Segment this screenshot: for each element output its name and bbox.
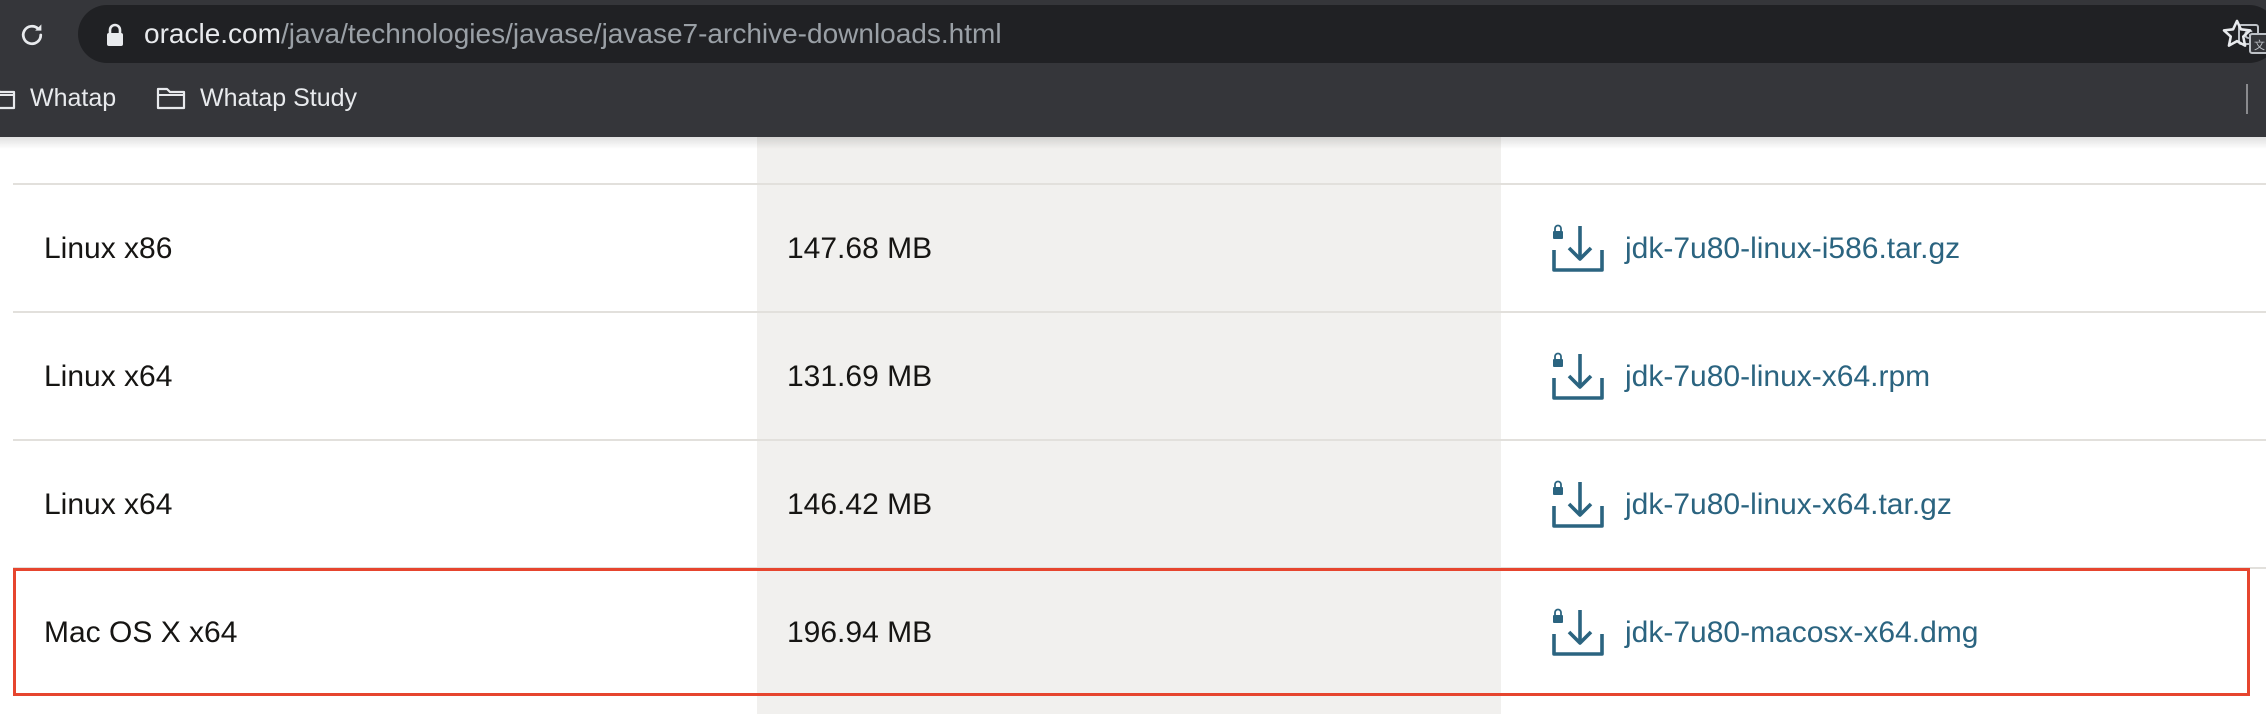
svg-text:文: 文 [2254,38,2265,52]
download-link[interactable]: jdk-7u80-linux-i586.tar.gz [1551,185,1960,313]
bookmark-label: Whatap [30,83,117,112]
url-host: oracle.com [144,18,281,49]
table-row: Linux x86 147.68 MB jdk-7u80-linux-i586.… [13,185,2266,313]
bookmarks-separator [2246,84,2248,114]
download-link[interactable]: jdk-7u80-linux-x64.tar.gz [1551,441,1952,569]
reload-button[interactable] [12,15,52,55]
page-content: Linux x86 147.68 MB jdk-7u80-linux-i586.… [0,137,2266,714]
size-cell: 147.68 MB [787,232,933,265]
browser-toolbar: oracle.com/java/technologies/javase/java… [0,0,2266,70]
folder-icon [156,87,186,110]
os-cell: Linux x86 [44,232,173,265]
star-icon[interactable] [2220,17,2254,51]
bookmark-whatap[interactable]: Whatap [0,70,116,126]
reload-icon [21,24,43,46]
download-lock-icon [1552,608,1604,656]
bookmark-label: Whatap Study [200,83,358,112]
download-filename: jdk-7u80-linux-i586.tar.gz [1625,232,1961,265]
download-filename: jdk-7u80-linux-x64.tar.gz [1625,488,1952,521]
url-text[interactable]: oracle.com/java/technologies/javase/java… [144,5,1002,63]
table-row: Linux x64 146.42 MB jdk-7u80-linux-x64.t… [13,441,2266,569]
download-lock-icon [1552,224,1604,272]
address-bar[interactable]: oracle.com/java/technologies/javase/java… [78,5,2266,63]
os-cell: Linux x64 [44,488,173,521]
folder-icon [0,90,16,110]
browser-chrome: oracle.com/java/technologies/javase/java… [0,0,2266,137]
download-lock-icon [1552,480,1604,528]
bookmarks-bar: Whatap Whatap Study [0,70,2266,137]
bookmark-whatap-study[interactable]: Whatap Study [156,70,357,126]
size-cell: 131.69 MB [787,360,933,393]
table-row-highlighted: Mac OS X x64 196.94 MB jdk-7u80-macosx-x… [13,569,2266,697]
lock-icon [107,23,123,46]
table-row: Linux x64 131.69 MB jdk-7u80-linux-x64.r… [13,313,2266,441]
download-link[interactable]: jdk-7u80-macosx-x64.dmg [1551,569,1978,697]
url-path: /java/technologies/javase/javase7-archiv… [280,18,1002,49]
os-cell: Mac OS X x64 [44,616,238,649]
size-cell: 146.42 MB [787,488,933,521]
os-cell: Linux x64 [44,360,173,393]
chrome-shadow [0,137,2266,149]
size-cell: 196.94 MB [787,616,933,649]
download-filename: jdk-7u80-macosx-x64.dmg [1625,616,1979,649]
download-filename: jdk-7u80-linux-x64.rpm [1625,360,1931,393]
download-link[interactable]: jdk-7u80-linux-x64.rpm [1551,313,1930,441]
download-lock-icon [1552,352,1604,400]
